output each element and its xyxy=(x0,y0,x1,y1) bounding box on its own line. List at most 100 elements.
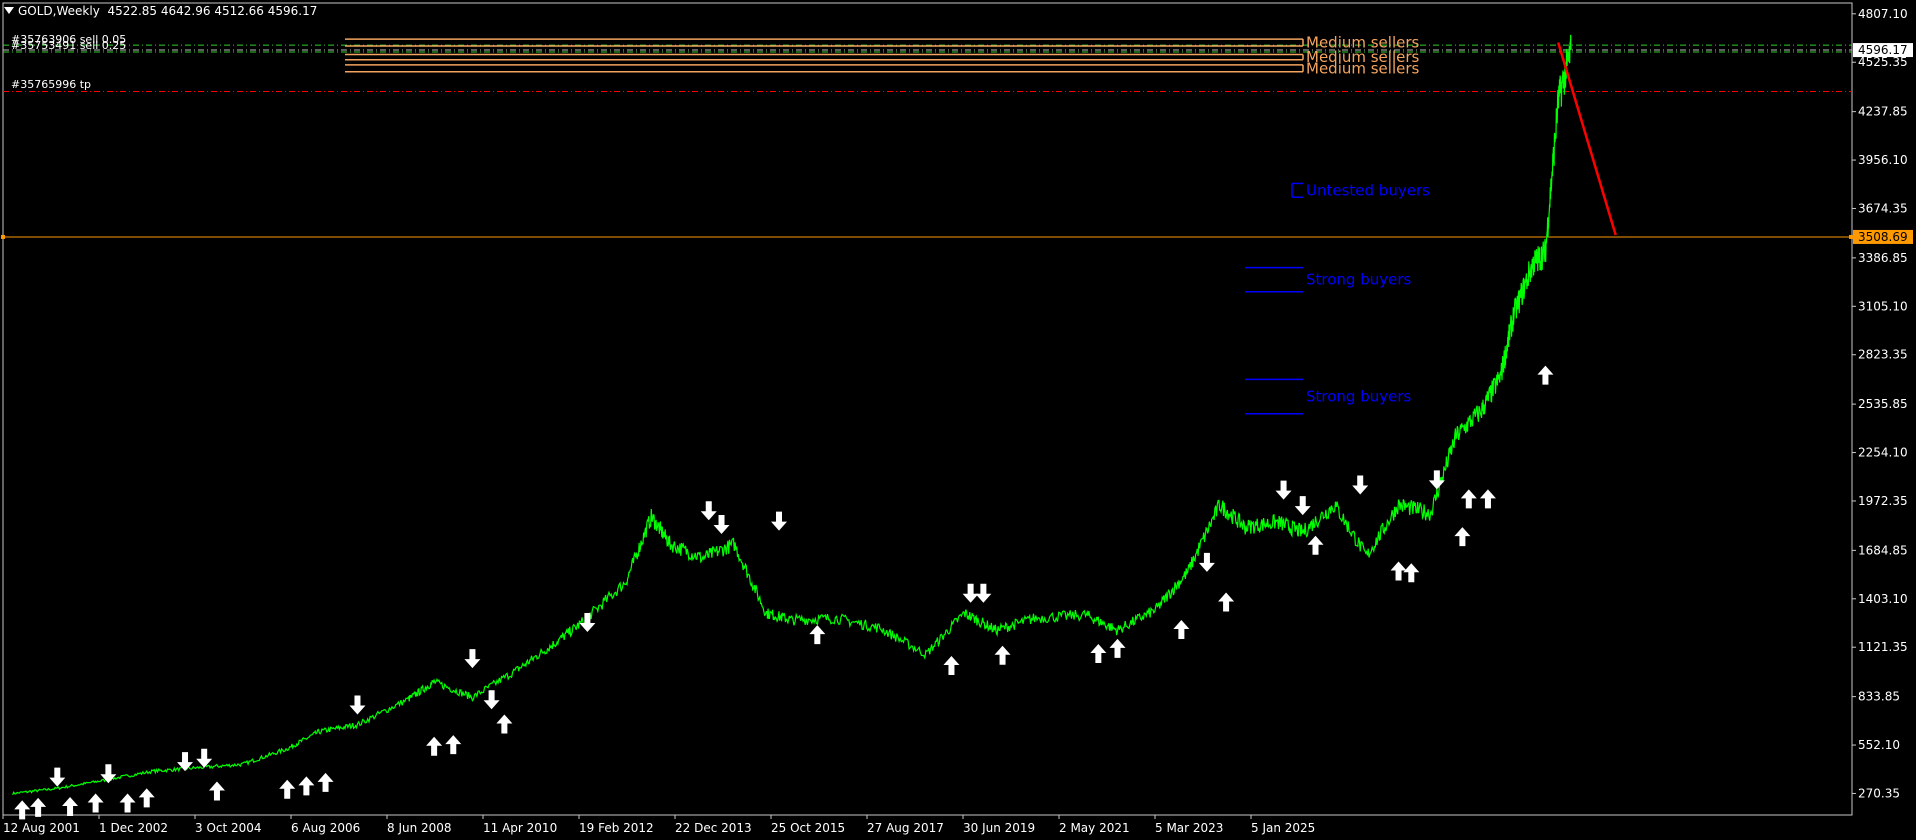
sell-arrow-icon-37 xyxy=(1352,475,1369,495)
x-tick-label-3: 6 Aug 2006 xyxy=(291,821,360,835)
level-price-tag-text: 3508.69 xyxy=(1858,230,1908,244)
buy-arrow-icon-31 xyxy=(1173,619,1190,639)
buy-arrow-icon-44 xyxy=(1537,365,1554,385)
y-tick-label-11: 1684.85 xyxy=(1858,543,1908,557)
gold-price-line xyxy=(12,34,1572,796)
zone-label-3: Untested buyers xyxy=(1306,181,1430,199)
x-tick-label-13: 5 Jan 2025 xyxy=(1251,821,1315,835)
y-tick-label-13: 1121.35 xyxy=(1858,640,1908,654)
x-tick-label-8: 25 Oct 2015 xyxy=(771,821,845,835)
buy-arrow-icon-16 xyxy=(445,735,462,755)
y-tick-label-4: 3674.35 xyxy=(1858,201,1908,215)
zone-label-4: Strong buyers xyxy=(1306,271,1412,289)
buy-arrow-icon-19 xyxy=(496,714,513,734)
buy-arrow-icon-25 xyxy=(943,656,960,676)
y-tick-label-8: 2535.85 xyxy=(1858,397,1908,411)
buy-arrow-icon-7 xyxy=(138,788,155,808)
y-tick-label-5: 3386.85 xyxy=(1858,251,1908,265)
y-tick-label-16: 270.35 xyxy=(1858,786,1900,800)
buy-arrow-icon-38 xyxy=(1390,561,1407,581)
buy-arrow-icon-4 xyxy=(87,793,104,813)
x-tick-label-2: 3 Oct 2004 xyxy=(195,821,262,835)
price-axis: 4807.10 4525.35 4237.85 3956.10 3674.35 3386.… xyxy=(1852,7,1913,800)
price-chart: Medium sellersMedium sellersMedium selle… xyxy=(1,2,1913,835)
sell-arrow-icon-5 xyxy=(100,764,117,784)
x-tick-label-12: 5 Mar 2023 xyxy=(1155,821,1223,835)
trend-line xyxy=(1557,42,1617,236)
y-tick-label-3: 3956.10 xyxy=(1858,153,1908,167)
x-tick-label-4: 8 Jun 2008 xyxy=(387,821,452,835)
sell-arrow-icon-23 xyxy=(771,511,788,531)
red-trend-line xyxy=(1557,42,1617,236)
buy-arrow-icon-11 xyxy=(279,779,296,799)
x-tick-label-1: 1 Dec 2002 xyxy=(99,821,168,835)
buy-arrow-icon-36 xyxy=(1307,535,1324,555)
y-tick-label-10: 1972.35 xyxy=(1858,494,1908,508)
tp-order-label[interactable]: #35765996 tp xyxy=(11,78,91,91)
x-tick-label-9: 27 Aug 2017 xyxy=(867,821,944,835)
ohlc-values: 4522.85 4642.96 4512.66 4596.17 xyxy=(107,4,318,18)
buy-arrow-icon-41 xyxy=(1454,527,1471,547)
sell-arrow-icon-2 xyxy=(49,767,66,787)
sell-arrow-icon-14 xyxy=(349,695,366,715)
sell-arrow-icon-35 xyxy=(1294,496,1311,516)
chart-header: GOLD,Weekly 4522.85 4642.96 4512.66 4596… xyxy=(4,4,317,18)
time-axis: 12 Aug 2001 1 Dec 2002 3 Oct 2004 6 Aug 200… xyxy=(2,815,1315,835)
buy-arrow-icon-39 xyxy=(1403,563,1420,583)
buy-arrow-icon-12 xyxy=(298,776,315,796)
sell-arrow-icon-22 xyxy=(713,515,730,535)
horizontal-lines xyxy=(1,44,1853,239)
zone-label-2: Medium sellers xyxy=(1306,59,1420,77)
sell-arrow-icon-9 xyxy=(196,748,213,768)
buy-arrow-icon-13 xyxy=(317,772,334,792)
x-tick-label-6: 19 Feb 2012 xyxy=(579,821,654,835)
sell-arrow-icon-27 xyxy=(975,583,992,603)
y-tick-label-15: 552.10 xyxy=(1858,738,1900,752)
y-tick-label-14: 833.85 xyxy=(1858,690,1900,704)
current-price-tag-text: 4596.17 xyxy=(1858,43,1908,57)
buy-arrow-icon-33 xyxy=(1218,592,1235,612)
x-tick-label-5: 11 Apr 2010 xyxy=(483,821,557,835)
y-tick-label-9: 2254.10 xyxy=(1858,446,1908,460)
orange-level-handle-right xyxy=(1849,234,1853,239)
buy-arrow-icon-15 xyxy=(426,736,443,756)
buy-arrow-icon-10 xyxy=(208,781,225,801)
signal-arrows xyxy=(14,365,1554,820)
sell-arrow-icon-20 xyxy=(579,612,596,632)
y-tick-label-0: 4807.10 xyxy=(1858,7,1908,21)
plot-border xyxy=(2,2,1853,816)
buy-arrow-icon-29 xyxy=(1090,644,1107,664)
sell-arrow-icon-26 xyxy=(962,583,979,603)
plot-frame xyxy=(2,2,1853,816)
sell-order-label-2[interactable]: #35753491 sell 0.25 xyxy=(11,39,126,52)
buy-arrow-icon-43 xyxy=(1479,489,1496,509)
y-tick-label-1: 4525.35 xyxy=(1858,55,1908,69)
sell-arrow-icon-17 xyxy=(464,649,481,669)
price-series xyxy=(12,34,1572,796)
sell-arrow-icon-21 xyxy=(700,501,717,521)
buy-arrow-icon-0 xyxy=(14,800,31,820)
buy-arrow-icon-1 xyxy=(30,797,47,817)
x-tick-label-0: 12 Aug 2001 xyxy=(3,821,80,835)
buy-arrow-icon-24 xyxy=(809,625,826,645)
y-tick-label-12: 1403.10 xyxy=(1858,592,1908,606)
sell-arrow-icon-18 xyxy=(483,690,500,710)
buy-arrow-icon-42 xyxy=(1460,489,1477,509)
sell-arrow-icon-34 xyxy=(1275,480,1292,500)
orange-level-handle-left xyxy=(1,234,5,239)
y-tick-label-6: 3105.10 xyxy=(1858,299,1908,313)
x-tick-label-10: 30 Jun 2019 xyxy=(963,821,1035,835)
buy-arrow-icon-3 xyxy=(62,796,79,816)
symbol-label: GOLD,Weekly xyxy=(18,4,100,18)
buy-arrow-icon-28 xyxy=(994,645,1011,665)
y-tick-label-7: 2823.35 xyxy=(1858,348,1908,362)
buy-arrow-icon-6 xyxy=(119,793,136,813)
sell-arrow-icon-32 xyxy=(1198,552,1215,572)
zone-label-5: Strong buyers xyxy=(1306,388,1412,406)
supply-demand-zones: Medium sellersMedium sellersMedium selle… xyxy=(345,34,1430,415)
x-tick-label-7: 22 Dec 2013 xyxy=(675,821,752,835)
buy-arrow-icon-30 xyxy=(1109,638,1126,658)
menu-triangle-icon[interactable] xyxy=(4,7,14,14)
y-tick-label-2: 4237.85 xyxy=(1858,105,1908,119)
x-tick-label-11: 2 May 2021 xyxy=(1059,821,1130,835)
